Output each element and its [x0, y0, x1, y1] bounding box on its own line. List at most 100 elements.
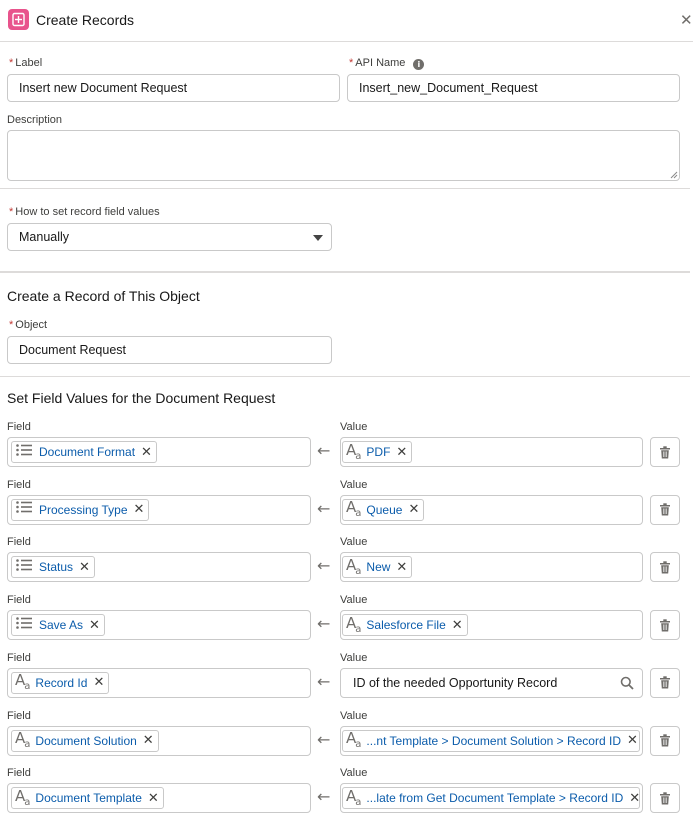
remove-icon[interactable]: ✕ — [143, 734, 154, 747]
trash-icon — [659, 791, 671, 805]
value-pill[interactable]: Aa ...late from Get Document Template > R… — [342, 787, 640, 810]
remove-icon[interactable]: ✕ — [396, 446, 407, 459]
field-input[interactable]: Aa Document Template ✕ — [7, 783, 311, 814]
api-name-caption: * API Name i — [349, 57, 425, 70]
info-icon[interactable]: i — [413, 59, 425, 70]
value-pill[interactable]: Aa New ✕ — [342, 555, 413, 579]
value-caption: Value — [340, 709, 368, 722]
field-caption: Field — [7, 709, 31, 722]
value-pill-label: PDF — [366, 445, 391, 459]
field-caption: Field — [7, 594, 31, 607]
value-pill-label: New — [366, 560, 391, 575]
field-pill-label: Record Id — [35, 675, 88, 690]
text-icon: Aa — [15, 671, 30, 693]
remove-icon[interactable]: ✕ — [79, 561, 90, 574]
chevron-down-icon — [313, 235, 323, 241]
field-pill[interactable]: Document Format ✕ — [11, 441, 157, 463]
close-icon[interactable]: ✕ — [680, 11, 693, 29]
label-input[interactable]: Insert new Document Request — [7, 74, 340, 102]
delete-row-button[interactable] — [650, 437, 680, 467]
value-input[interactable]: Aa Salesforce File ✕ — [340, 610, 643, 641]
field-pill-label: Document Solution — [35, 733, 137, 748]
remove-icon[interactable]: ✕ — [408, 503, 419, 516]
value-pill[interactable]: Aa Salesforce File ✕ — [342, 614, 468, 637]
remove-icon[interactable]: ✕ — [148, 792, 159, 805]
text-icon: Aa — [346, 498, 361, 520]
api-name-input[interactable]: Insert_new_Document_Request — [347, 74, 680, 102]
value-caption: Value — [340, 767, 368, 780]
field-caption: Field — [7, 767, 31, 780]
trash-icon — [659, 676, 671, 689]
remove-icon[interactable]: ✕ — [141, 446, 152, 459]
trash-icon — [659, 734, 671, 747]
arrow-left-icon: ← — [317, 441, 331, 460]
remove-icon[interactable]: ✕ — [627, 734, 638, 747]
field-input[interactable]: Processing Type ✕ — [7, 494, 311, 525]
value-input[interactable]: Aa ...late from Get Document Template > R… — [340, 783, 643, 814]
create-records-icon — [8, 9, 29, 30]
object-input[interactable]: Document Request — [7, 336, 332, 364]
value-input[interactable]: Aa PDF ✕ — [340, 437, 643, 467]
field-input[interactable]: Save As ✕ — [7, 610, 311, 641]
field-pill-label: Save As — [39, 618, 84, 633]
field-caption: Field — [7, 421, 31, 433]
remove-icon[interactable]: ✕ — [396, 561, 407, 574]
field-input[interactable]: Status ✕ — [7, 552, 311, 583]
how-to-set-select[interactable]: Manually — [7, 223, 332, 251]
arrow-left-icon: ← — [317, 671, 331, 691]
text-icon: Aa — [346, 555, 361, 577]
divider — [0, 376, 690, 377]
modal-title: Create Records — [36, 12, 135, 28]
text-icon: Aa — [15, 786, 30, 808]
field-input[interactable]: Document Format ✕ — [7, 437, 311, 467]
value-input[interactable]: Aa Queue ✕ — [340, 494, 643, 525]
trash-icon — [659, 618, 671, 632]
value-pill[interactable]: Aa PDF ✕ — [342, 440, 413, 463]
value-input[interactable]: ID of the needed Opportunity Record — [340, 667, 643, 698]
text-icon: Aa — [346, 729, 361, 750]
arrow-left-icon: ← — [317, 498, 331, 518]
field-pill[interactable]: Aa Document Template ✕ — [11, 786, 164, 810]
resize-handle-icon[interactable] — [670, 171, 678, 179]
delete-row-button[interactable] — [650, 667, 680, 698]
text-icon: Aa — [346, 440, 361, 462]
field-pill[interactable]: Status ✕ — [11, 556, 95, 579]
divider — [0, 271, 690, 273]
divider — [0, 188, 690, 189]
field-pill[interactable]: Aa Record Id ✕ — [11, 671, 110, 694]
description-textarea[interactable] — [7, 130, 680, 181]
arrow-left-icon: ← — [317, 614, 331, 634]
delete-row-button[interactable] — [650, 552, 680, 583]
value-pill-label: Queue — [366, 502, 403, 517]
field-pill[interactable]: Processing Type ✕ — [11, 498, 150, 521]
value-caption: Value — [340, 478, 368, 491]
field-input[interactable]: Aa Document Solution ✕ — [7, 725, 311, 756]
value-input[interactable]: Aa ...nt Template > Document Solution > R… — [340, 725, 643, 756]
field-input[interactable]: Aa Record Id ✕ — [7, 667, 311, 698]
value-input[interactable]: Aa New ✕ — [340, 552, 643, 583]
delete-row-button[interactable] — [650, 610, 680, 641]
remove-icon[interactable]: ✕ — [134, 503, 145, 516]
remove-icon[interactable]: ✕ — [629, 792, 640, 805]
value-caption: Value — [340, 536, 368, 549]
value-pill-label: Salesforce File — [366, 618, 446, 633]
field-pill[interactable]: Aa Document Solution ✕ — [11, 729, 159, 752]
field-pill-label: Document Format — [39, 445, 136, 459]
value-caption: Value — [340, 651, 368, 664]
value-pill-label: ...nt Template > Document Solution > Rec… — [366, 733, 621, 748]
value-pill-label: ...late from Get Document Template > Rec… — [366, 791, 624, 806]
remove-icon[interactable]: ✕ — [89, 619, 100, 632]
delete-row-button[interactable] — [650, 725, 680, 756]
remove-icon[interactable]: ✕ — [452, 619, 463, 632]
picklist-icon — [15, 558, 33, 577]
delete-row-button[interactable] — [650, 494, 680, 525]
delete-row-button[interactable] — [650, 783, 680, 814]
trash-icon — [659, 503, 671, 516]
field-pill[interactable]: Save As ✕ — [11, 614, 105, 637]
value-pill[interactable]: Aa ...nt Template > Document Solution > R… — [342, 729, 640, 752]
remove-icon[interactable]: ✕ — [93, 676, 104, 689]
field-caption: Field — [7, 478, 31, 491]
value-pill[interactable]: Aa Queue ✕ — [342, 498, 425, 521]
text-icon: Aa — [15, 729, 30, 750]
value-text: ID of the needed Opportunity Record — [353, 675, 558, 690]
